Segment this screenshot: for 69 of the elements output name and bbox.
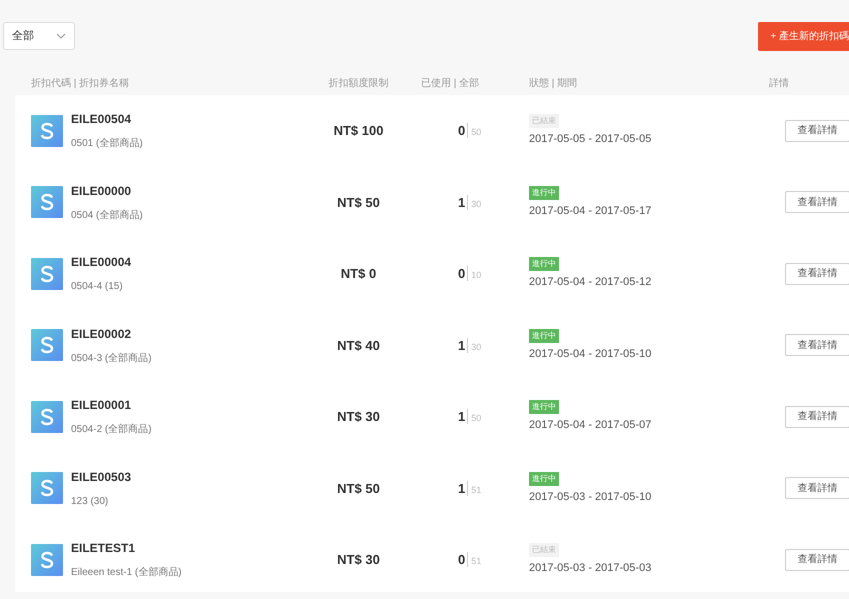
coupon-name: 0504 (全部商品): [71, 208, 143, 223]
discount-amount: NT$ 30: [337, 552, 380, 567]
used-count: 1: [458, 480, 468, 496]
coupon-icon: [31, 329, 63, 362]
coupon-name: 123 (30): [71, 494, 110, 509]
coupon-icon: [31, 472, 63, 504]
used-count: 1: [458, 194, 468, 210]
status-tag: 進行中: [529, 400, 559, 414]
coupon-code: EILE00000: [71, 182, 132, 200]
discount-amount: NT$ 0: [340, 266, 376, 281]
column-header: 已使用 | 全部: [421, 78, 480, 89]
create-discount-button[interactable]: + 產生新的折扣碼: [758, 22, 849, 51]
coupon-code: EILETEST1: [71, 540, 136, 558]
date-range: 2017-05-03 - 2017-05-03: [529, 561, 652, 576]
total-count: 51: [470, 484, 482, 494]
filter-dropdown[interactable]: 全部: [3, 22, 75, 50]
coupon-code: EILE00503: [71, 468, 132, 486]
status-tag: 進行中: [529, 186, 559, 200]
view-details-button[interactable]: 查看詳情: [785, 191, 849, 214]
total-count: 50: [470, 413, 482, 423]
date-range: 2017-05-05 - 2017-05-05: [529, 132, 652, 147]
view-details-button[interactable]: 查看詳情: [785, 262, 849, 285]
total-count: 30: [470, 342, 482, 352]
coupon-code: EILE00002: [71, 326, 132, 343]
discount-amount: NT$ 50: [337, 480, 380, 496]
coupon-icon: [31, 544, 63, 576]
status-tag: 進行中: [529, 328, 559, 342]
coupon-name: Eileeen test-1 (全部商品): [71, 566, 182, 580]
date-range: 2017-05-04 - 2017-05-07: [529, 418, 652, 433]
date-range: 2017-05-03 - 2017-05-10: [529, 490, 652, 504]
coupon-name: 0504-2 (全部商品): [71, 422, 152, 438]
total-count: 51: [470, 556, 482, 566]
total-count: 30: [470, 198, 482, 208]
used-count: 0: [458, 266, 468, 281]
discount-amount: NT$ 50: [337, 194, 380, 210]
coupon-name: 0504-3 (全部商品): [71, 352, 152, 366]
status-tag: 進行中: [529, 472, 559, 486]
used-count: 0: [458, 123, 468, 138]
date-range: 2017-05-04 - 2017-05-10: [529, 346, 652, 362]
date-range: 2017-05-04 - 2017-05-12: [529, 275, 652, 290]
used-count: 1: [458, 409, 468, 424]
total-count: 50: [470, 127, 482, 137]
coupon-name: 0504-4 (15): [71, 280, 124, 294]
coupon-code: EILE00504: [71, 111, 132, 128]
view-details-button[interactable]: 查看詳情: [785, 120, 849, 142]
used-count: 0: [458, 552, 468, 567]
coupon-icon: [31, 400, 63, 433]
coupon-name: 0501 (全部商品): [71, 136, 143, 152]
column-header: 折扣代碼 | 折扣券名稱: [31, 78, 130, 89]
view-details-button[interactable]: 查看詳情: [785, 334, 849, 356]
column-header: 狀態 | 期間: [529, 78, 578, 89]
coupon-icon: [31, 186, 63, 218]
discount-amount: NT$ 100: [334, 123, 384, 138]
column-header: 折扣額度限制: [328, 78, 388, 89]
coupon-icon: [31, 258, 63, 290]
chevron-down-icon: [56, 33, 66, 39]
column-header: 詳情: [769, 78, 789, 89]
view-details-button[interactable]: 查看詳情: [785, 477, 849, 500]
date-range: 2017-05-04 - 2017-05-17: [529, 204, 652, 218]
status-tag: 進行中: [529, 257, 559, 271]
discount-amount: NT$ 30: [337, 409, 380, 424]
used-count: 1: [458, 338, 468, 352]
total-count: 10: [470, 270, 482, 280]
coupon-code: EILE00001: [71, 397, 132, 414]
view-details-button[interactable]: 查看詳情: [785, 548, 849, 571]
coupon-icon: [31, 114, 63, 147]
coupon-code: EILE00004: [71, 254, 132, 272]
view-details-button[interactable]: 查看詳情: [785, 406, 849, 428]
discount-amount: NT$ 40: [337, 338, 380, 352]
